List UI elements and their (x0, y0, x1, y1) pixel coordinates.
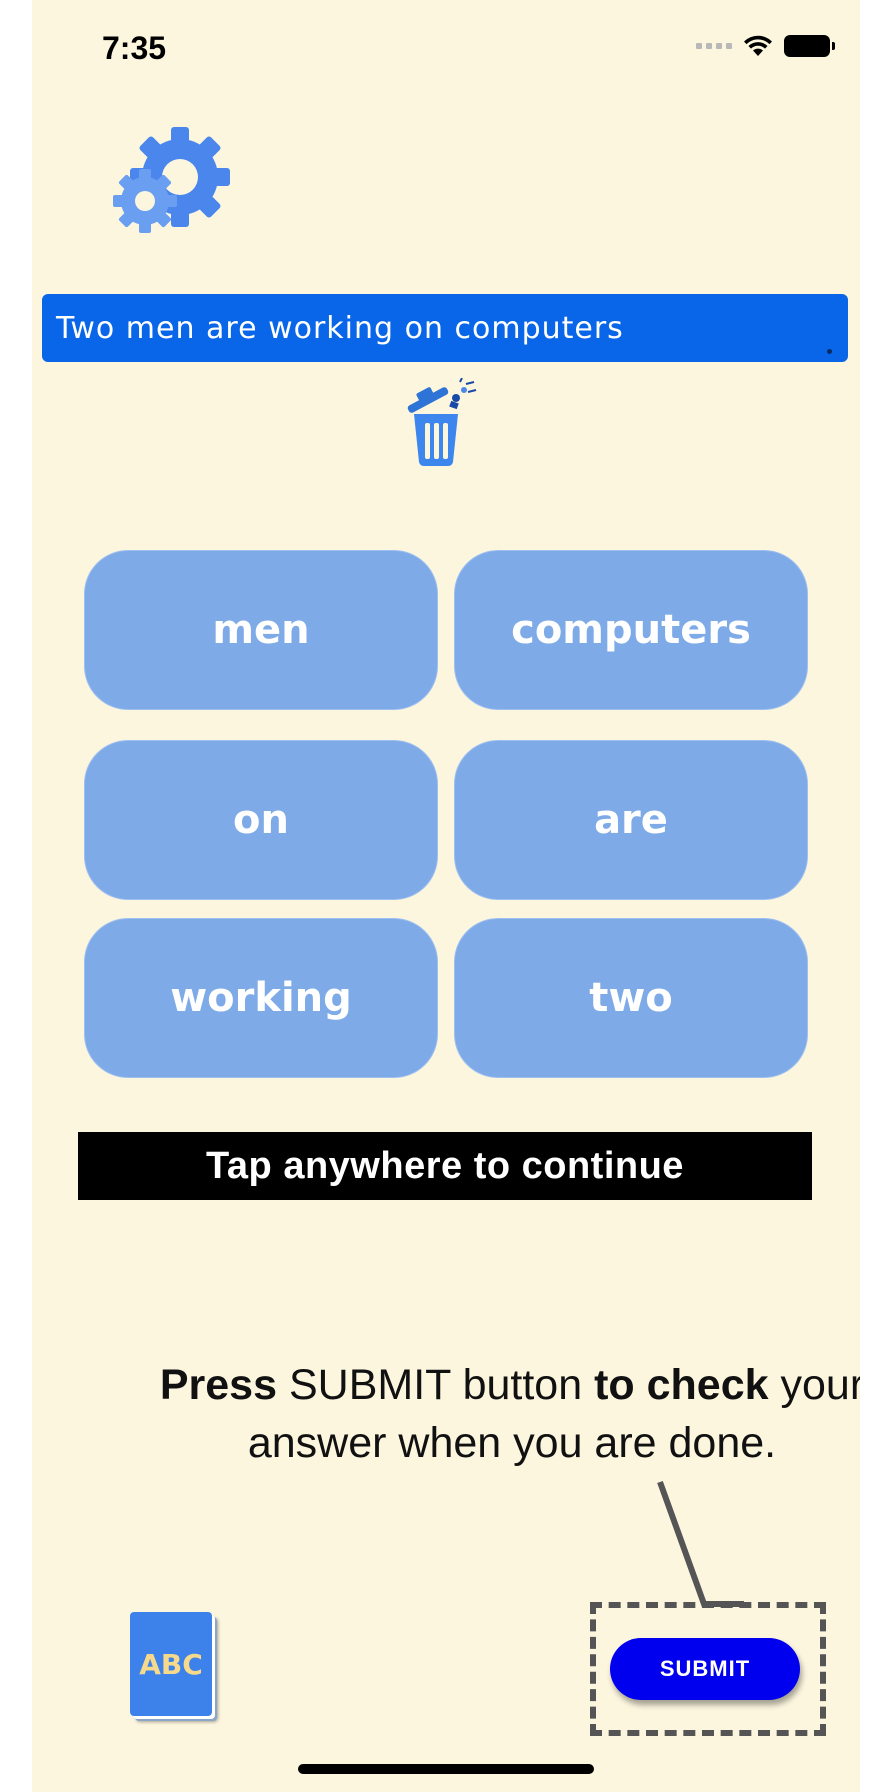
word-tile[interactable]: on (84, 740, 438, 900)
abc-label: ABC (139, 1647, 203, 1681)
app-screen[interactable]: 7:35 Two men are working on computers me… (32, 0, 860, 1792)
sentence-display: Two men are working on computers (42, 294, 848, 362)
continue-banner[interactable]: Tap anywhere to continue (78, 1132, 812, 1200)
status-time: 7:35 (102, 30, 167, 66)
hint-to-check: to check (594, 1361, 769, 1409)
settings-button[interactable] (112, 125, 238, 233)
word-tile[interactable]: are (454, 740, 808, 900)
sentence-text: Two men are working on computers (56, 310, 624, 346)
wifi-icon (744, 35, 772, 56)
dictionary-button[interactable]: ABC (130, 1612, 218, 1722)
word-tile[interactable]: computers (454, 550, 808, 710)
sentence-cursor-dot (827, 349, 832, 354)
submit-button[interactable]: SUBMIT (610, 1638, 800, 1700)
home-indicator (298, 1764, 594, 1774)
abc-book-icon: ABC (130, 1612, 212, 1716)
word-tile[interactable]: working (84, 918, 438, 1078)
word-tile[interactable]: men (84, 550, 438, 710)
submit-hint: Press SUBMIT button to check your answer… (92, 1356, 860, 1472)
battery-icon (784, 35, 835, 57)
clear-button[interactable] (402, 377, 480, 468)
word-tile[interactable]: two (454, 918, 808, 1078)
cellular-icon (696, 43, 732, 49)
status-icons (696, 34, 835, 58)
hint-middle: SUBMIT button (277, 1361, 595, 1409)
gear-icon (113, 127, 230, 233)
trash-icon (407, 377, 477, 466)
hint-press: Press (159, 1361, 278, 1409)
